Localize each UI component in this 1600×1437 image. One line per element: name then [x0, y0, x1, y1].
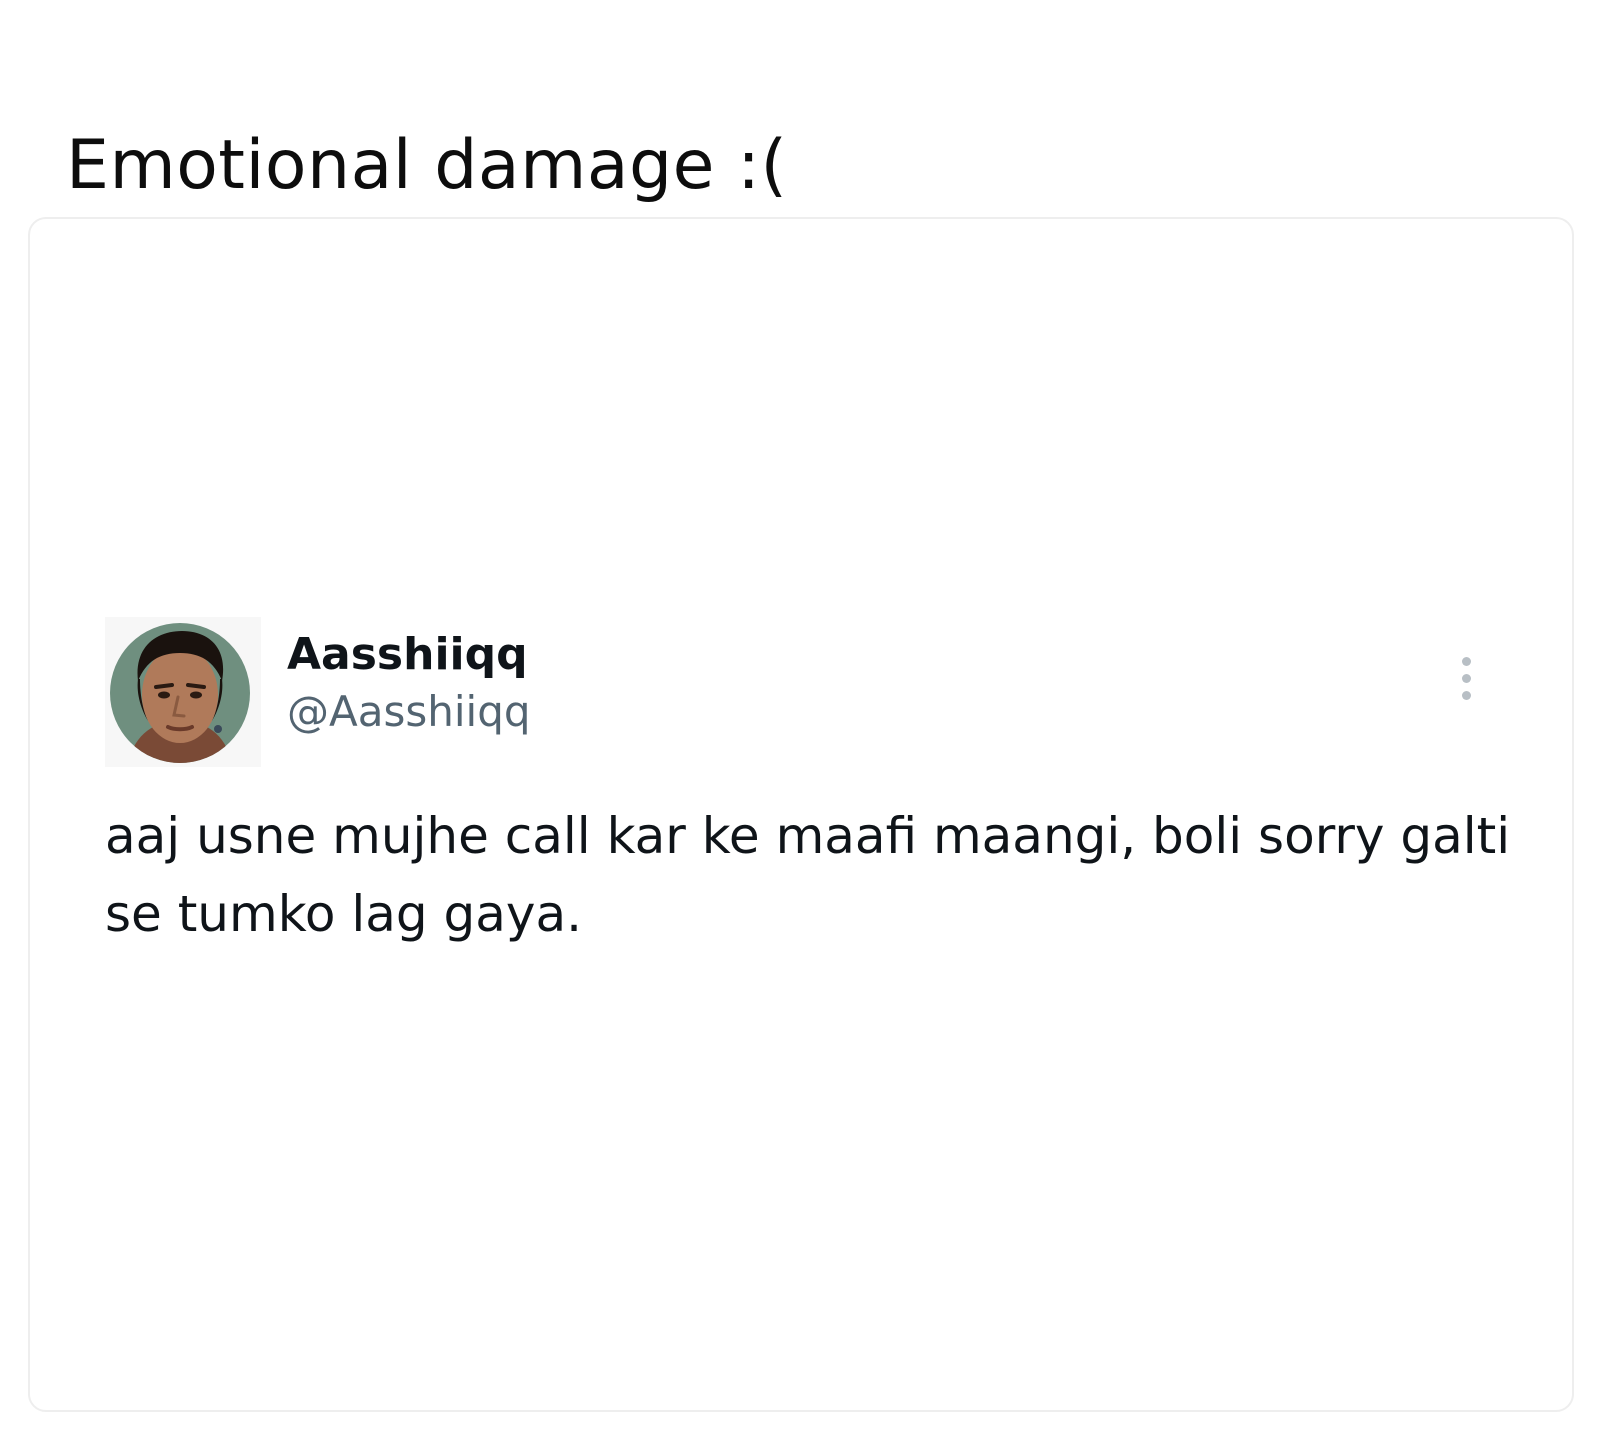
more-dot [1462, 691, 1471, 700]
display-name[interactable]: Aasshiiqq [287, 629, 528, 680]
tweet-text: aaj usne mujhe call kar ke maafi maangi,… [105, 807, 1511, 943]
avatar-frame [105, 617, 261, 767]
tweet-card: Aasshiiqq @Aasshiiqq aaj usne mujhe call… [28, 217, 1574, 1412]
post-title: Emotional damage :( [66, 125, 788, 205]
avatar-photo-icon [110, 623, 250, 763]
more-options-icon[interactable] [1453, 657, 1481, 717]
more-dot [1462, 674, 1471, 683]
avatar[interactable] [110, 623, 250, 763]
user-handle[interactable]: @Aasshiiqq [287, 687, 531, 736]
tweet-header: Aasshiiqq @Aasshiiqq [105, 617, 1505, 767]
more-dot [1462, 657, 1471, 666]
